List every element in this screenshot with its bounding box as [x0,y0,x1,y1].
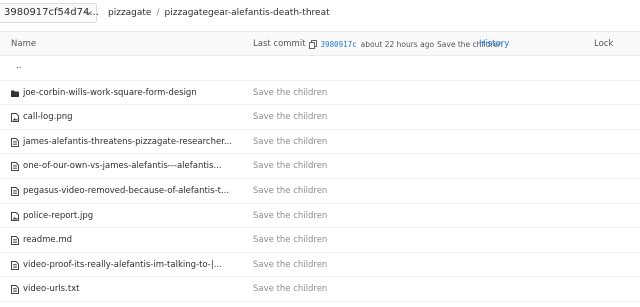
file-row[interactable]: one-of-our-own-vs-james-alefantis---alef… [0,154,640,179]
file-list: .. joe-corbin-wills-work-square-form-des… [0,56,640,302]
file-icon [11,162,19,172]
file-row[interactable]: joe-corbin-wills-work-square-form-design… [0,81,640,106]
commit-time: about 22 hours ago [360,39,435,49]
file-name-link[interactable]: call-log.png [23,112,73,122]
chevron-down-icon [85,11,92,16]
file-name-link[interactable]: video-urls.txt [23,284,80,294]
commit-sha-link[interactable]: 3980917c [321,40,357,49]
file-name-link[interactable]: video-proof-its-really-alefantis-im-talk… [23,260,222,270]
file-row[interactable]: call-log.png Save the children [0,105,640,130]
parent-directory-row[interactable]: .. [0,56,640,81]
file-row[interactable]: pegasus-video-removed-because-of-alefant… [0,179,640,204]
file-commit-message[interactable]: Save the children [253,186,327,196]
file-row[interactable]: video-proof-its-really-alefantis-im-talk… [0,253,640,278]
file-commit-message[interactable]: Save the children [253,161,327,171]
file-name-link[interactable]: pegasus-video-removed-because-of-alefant… [23,186,229,196]
folder-icon [11,90,19,97]
history-button[interactable]: History [479,39,509,49]
file-commit-message[interactable]: Save the children [253,211,327,221]
lock-button[interactable]: Lock [594,39,613,49]
column-name: Name [11,39,37,49]
file-row[interactable]: video-urls.txt Save the children [0,277,640,302]
file-icon [11,137,19,147]
copy-icon[interactable] [308,39,317,49]
file-icon [11,236,19,246]
file-icon [11,186,19,196]
file-commit-message[interactable]: Save the children [253,112,327,122]
file-name-link[interactable]: one-of-our-own-vs-james-alefantis---alef… [23,161,222,171]
file-commit-message[interactable]: Save the children [253,235,327,245]
breadcrumb-separator: / [156,8,160,18]
file-icon [11,260,19,270]
file-commit-message[interactable]: Save the children [253,284,327,294]
file-row[interactable]: james-alefantis-threatens-pizzagate-rese… [0,130,640,155]
file-name-link[interactable]: police-report.jpg [23,211,93,221]
top-bar: 3980917cf54d74... pizzagate / pizzagategea… [0,0,640,31]
file-table-header: Name Last commit 3980917c about 22 hours… [0,31,640,56]
file-icon [11,285,19,295]
breadcrumb: pizzagate / pizzagategear-alefantis-death-… [108,3,330,23]
branch-select[interactable]: 3980917cf54d74... [0,3,99,23]
file-name-link[interactable]: joe-corbin-wills-work-square-form-design [23,88,197,98]
image-file-icon [11,113,19,123]
file-commit-message[interactable]: Save the children [253,137,327,147]
image-file-icon [11,211,19,221]
file-commit-message[interactable]: Save the children [253,88,327,98]
last-commit-info: Last commit 3980917c about 22 hours ago … [253,39,503,49]
parent-directory-link[interactable]: .. [16,61,21,71]
file-row[interactable]: police-report.jpg Save the children [0,204,640,229]
breadcrumb-project[interactable]: pizzagate [108,8,151,18]
file-commit-message[interactable]: Save the children [253,260,327,270]
breadcrumb-folder[interactable]: pizzagategear-alefantis-death-threat [165,8,330,18]
file-row[interactable]: readme.md Save the children [0,228,640,253]
file-name-link[interactable]: readme.md [23,235,72,245]
file-name-link[interactable]: james-alefantis-threatens-pizzagate-rese… [23,137,232,147]
last-commit-label: Last commit [253,39,306,49]
